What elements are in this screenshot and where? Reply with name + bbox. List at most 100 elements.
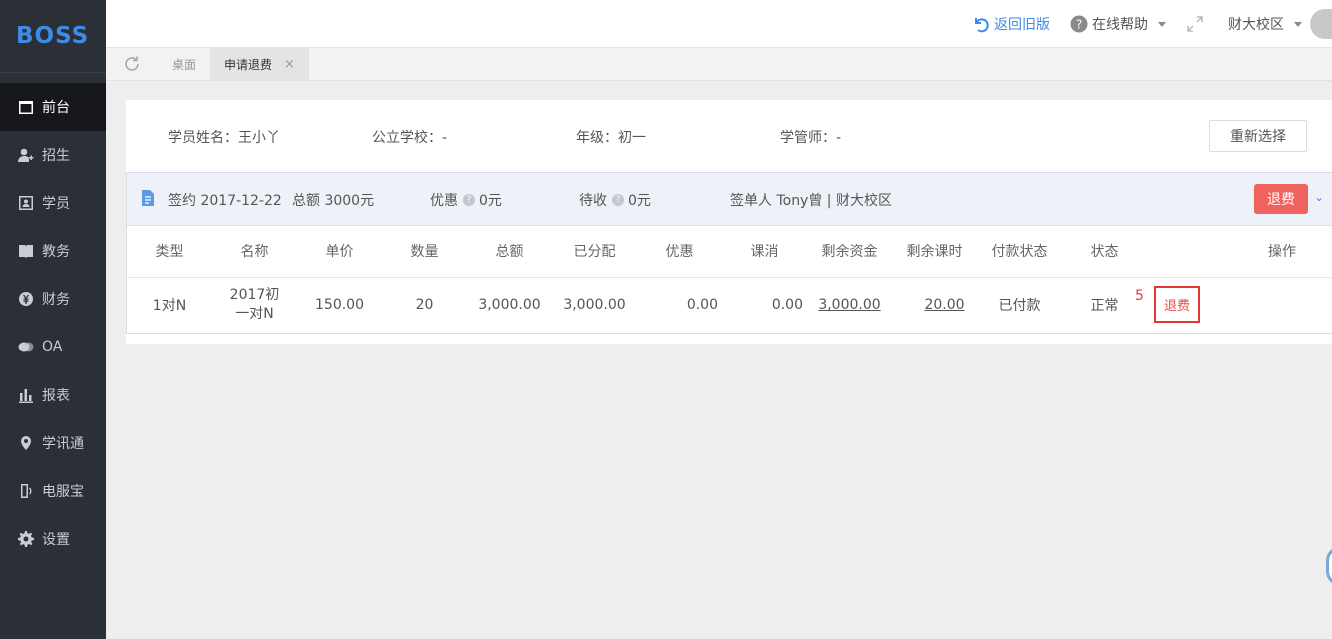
cell-name-text: 2017初一对N — [229, 287, 280, 323]
gear-icon — [18, 531, 34, 547]
cell-allocated: 3,000.00 — [563, 297, 626, 314]
avatar[interactable] — [1310, 9, 1332, 39]
contract-discount: 优惠 ? 0元 — [430, 190, 502, 210]
sidebar-item-settings[interactable]: 设置 — [0, 515, 106, 563]
col-header: 状态 — [1062, 226, 1147, 278]
remaining-funds-link[interactable]: 3,000.00 — [818, 297, 880, 313]
refresh-button[interactable] — [106, 48, 158, 80]
sidebar-item-finance[interactable]: 财务 — [0, 275, 106, 323]
pending-label: 待收 — [579, 193, 607, 209]
public-school: 公立学校：- — [372, 130, 448, 146]
campus-label: 财大校区 — [1228, 17, 1284, 33]
chevron-down-icon — [1294, 21, 1302, 27]
sidebar-item-label: 招生 — [42, 148, 70, 164]
sidebar-item-label: 学讯通 — [42, 436, 84, 452]
tabs-bar: 桌面 申请退费 × — [106, 48, 1332, 81]
col-header: 类型 — [127, 226, 212, 278]
tab-label: 申请退费 — [224, 57, 273, 72]
campus-dropdown[interactable]: 财大校区 — [1228, 14, 1302, 34]
cell-unit-price: 150.00 — [315, 297, 364, 314]
col-header: 已分配 — [552, 226, 637, 278]
student-info-row: 学员姓名：王小丫 公立学校：- 年级：初一 学管师：- 重新选择 — [126, 100, 1332, 172]
sidebar-item-front-desk[interactable]: 前台 — [0, 83, 106, 131]
cell-total: 3,000.00 — [478, 297, 541, 314]
sidebar-item-label: 教务 — [42, 244, 70, 260]
close-icon[interactable]: × — [284, 57, 295, 72]
tab-apply-refund[interactable]: 申请退费 × — [210, 48, 309, 80]
discount-label: 优惠 — [430, 193, 458, 209]
online-help-dropdown[interactable]: ? 在线帮助 — [1070, 14, 1166, 34]
sidebar-item-label: 报表 — [42, 388, 70, 404]
cell-type: 1对N — [152, 298, 187, 315]
sidebar-item-academic[interactable]: 教务 — [0, 227, 106, 275]
sidebar-nav: 前台 招生 学员 教务 财务 OA 报表 学讯通 电服宝 设置 — [0, 83, 106, 563]
cell-action — [1232, 277, 1332, 333]
sidebar-item-reports[interactable]: 报表 — [0, 371, 106, 419]
cell-remaining-hours: 20.00 — [892, 277, 977, 333]
help-icon: ? — [1070, 15, 1088, 33]
question-icon[interactable]: ? — [612, 194, 624, 206]
undo-icon — [975, 18, 989, 33]
grade: 年级：初一 — [576, 130, 646, 146]
back-to-old-version-label: 返回旧版 — [994, 17, 1050, 33]
discount-value: 0元 — [479, 193, 502, 209]
contract-signed-date: 签约 2017-12-22 — [168, 193, 282, 209]
sidebar-item-label: 财务 — [42, 292, 70, 308]
table-row: 1对N 2017初一对N 150.00 20 3,000.00 3,000.00… — [127, 277, 1332, 333]
cell-name: 2017初一对N — [212, 277, 297, 333]
logo-text: BOSS — [16, 23, 90, 49]
sidebar-item-phone-service[interactable]: 电服宝 — [0, 467, 106, 515]
location-pin-icon — [18, 435, 34, 451]
sidebar-item-label: 设置 — [42, 532, 70, 548]
table-header-row: 类型 名称 单价 数量 总额 已分配 优惠 课消 剩余资金 剩余课时 付款状态 … — [127, 226, 1332, 278]
col-header: 剩余课时 — [892, 226, 977, 278]
sidebar-item-messaging[interactable]: 学讯通 — [0, 419, 106, 467]
user-add-icon — [18, 147, 34, 163]
fullscreen-button[interactable] — [1186, 15, 1208, 33]
remaining-hours-link[interactable]: 20.00 — [924, 297, 964, 313]
sidebar-item-label: OA — [42, 339, 63, 355]
product-table: 类型 名称 单价 数量 总额 已分配 优惠 课消 剩余资金 剩余课时 付款状态 … — [127, 226, 1332, 333]
refresh-icon — [125, 56, 139, 71]
reselect-button[interactable]: 重新选择 — [1209, 120, 1307, 152]
col-header: 优惠 — [637, 226, 722, 278]
pending-value: 0元 — [628, 193, 651, 209]
sidebar: BOSS 前台 招生 学员 教务 财务 OA 报表 学讯通 电服宝 设置 — [0, 0, 106, 639]
tab-label: 桌面 — [172, 57, 197, 72]
col-header: 课消 — [722, 226, 807, 278]
study-manager: 学管师：- — [780, 130, 842, 146]
question-icon[interactable]: ? — [463, 194, 475, 206]
contract-refund-button[interactable]: 退费 — [1254, 184, 1308, 214]
sidebar-item-oa[interactable]: OA — [0, 323, 106, 371]
cell-remaining-funds: 3,000.00 — [807, 277, 892, 333]
sidebar-item-students[interactable]: 学员 — [0, 179, 106, 227]
calendar-icon — [18, 99, 34, 115]
chevron-down-icon — [1158, 21, 1166, 27]
yen-icon — [18, 291, 34, 307]
step-marker: 5 — [1135, 288, 1144, 304]
expand-icon — [1187, 16, 1203, 32]
svg-text:?: ? — [1076, 18, 1082, 32]
document-icon — [141, 190, 155, 206]
id-card-icon — [18, 195, 34, 211]
contract-card: 签约 2017-12-22 总额 3000元 优惠 ? 0元 待收 ? 0元 签… — [126, 172, 1332, 334]
tab-desktop[interactable]: 桌面 — [158, 48, 210, 80]
cell-quantity: 20 — [415, 297, 434, 314]
col-header: 单价 — [297, 226, 382, 278]
col-header: 名称 — [212, 226, 297, 278]
logo: BOSS — [0, 0, 106, 73]
refund-panel: 学员姓名：王小丫 公立学校：- 年级：初一 学管师：- 重新选择 签约 2017… — [126, 100, 1332, 344]
floating-assistant-button[interactable] — [1326, 546, 1332, 586]
back-to-old-version-link[interactable]: 返回旧版 — [972, 14, 1050, 34]
col-header: 总额 — [467, 226, 552, 278]
contract-pending: 待收 ? 0元 — [579, 190, 651, 210]
sidebar-item-enrollment[interactable]: 招生 — [0, 131, 106, 179]
online-help-label: 在线帮助 — [1092, 17, 1148, 33]
cell-status: 正常 — [1090, 298, 1119, 315]
cell-payment-status: 已付款 — [998, 298, 1041, 315]
row-refund-link[interactable]: 退费 — [1154, 286, 1200, 323]
chevron-down-icon[interactable]: ⌄ — [1314, 190, 1324, 204]
top-bar: 返回旧版 ? 在线帮助 财大校区 — [106, 0, 1332, 48]
cell-consumed: 0.00 — [771, 297, 803, 314]
contract-header: 签约 2017-12-22 总额 3000元 优惠 ? 0元 待收 ? 0元 签… — [127, 173, 1332, 226]
